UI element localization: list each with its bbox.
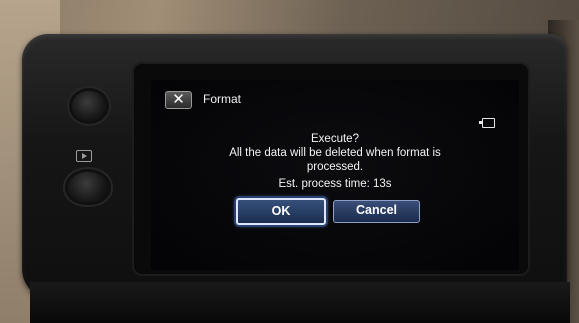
ok-button[interactable]: OK [236, 198, 326, 225]
playback-icon [76, 150, 92, 162]
camera-dial-button[interactable] [72, 91, 106, 121]
playback-button[interactable] [68, 172, 108, 202]
close-button[interactable]: ✕ [165, 91, 192, 109]
process-time-text: Est. process time: 13s [278, 178, 392, 190]
warning-text-line2: processed. [306, 161, 364, 173]
camera-lower-body [30, 282, 570, 323]
warning-text-line1: All the data will be deleted when format… [229, 147, 441, 159]
memory-card-icon [479, 118, 495, 128]
cancel-button[interactable]: Cancel [333, 200, 420, 223]
dialog-title: Format [203, 92, 242, 106]
confirm-prompt: Execute? [311, 133, 359, 145]
close-icon: ✕ [172, 91, 185, 108]
lcd-screen [151, 80, 519, 270]
